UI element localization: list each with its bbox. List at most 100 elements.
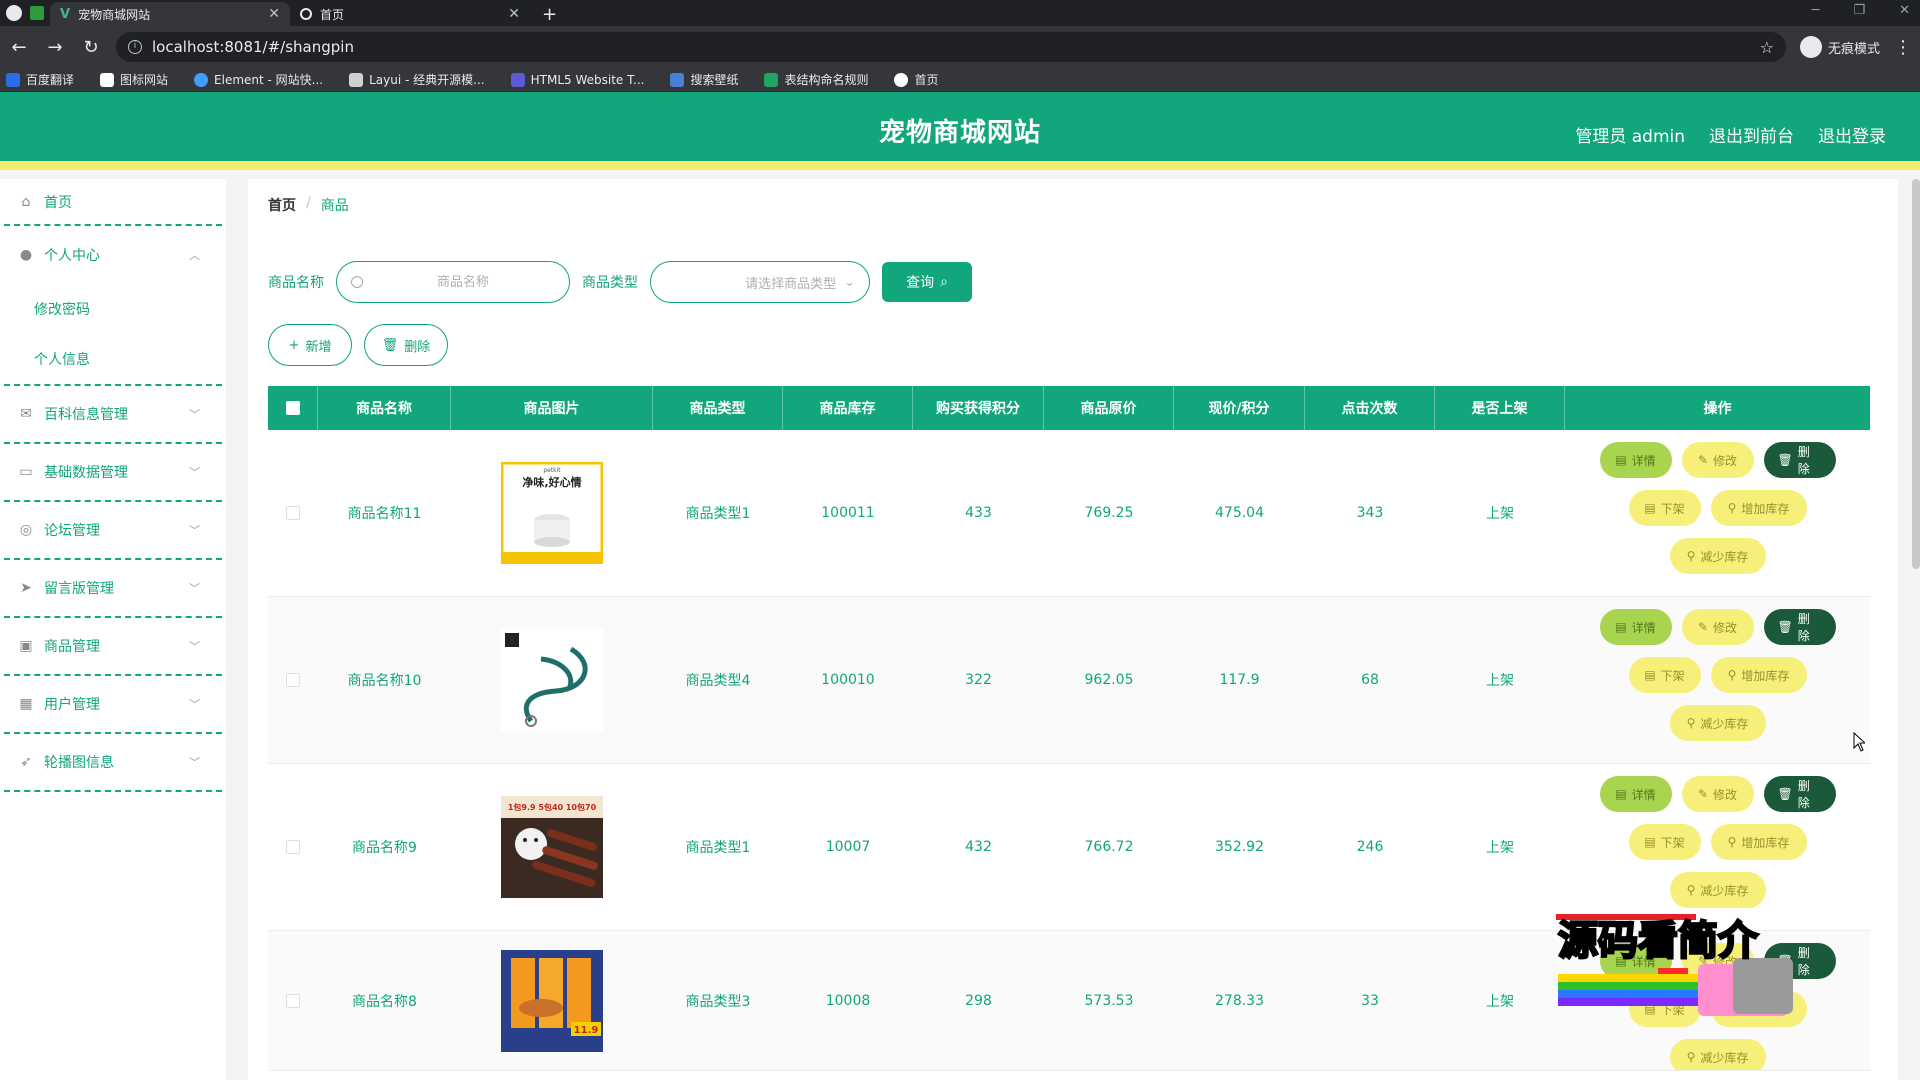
edit-button[interactable]: ✎ 修改: [1681, 776, 1754, 812]
bookmark-item[interactable]: 首页: [894, 71, 939, 88]
add-stock-button[interactable]: ⚲ 增加库存: [1710, 657, 1807, 693]
edit-button[interactable]: ✎ 修改: [1681, 609, 1754, 645]
row-checkbox[interactable]: [286, 506, 300, 520]
sidebar-item-home[interactable]: ⌂ 首页: [4, 179, 222, 226]
url-field[interactable]: i localhost:8081/#/shangpin ☆: [116, 32, 1786, 62]
send-icon: ➤: [20, 580, 32, 596]
incognito-indicator[interactable]: 无痕模式: [1799, 36, 1880, 58]
browser-menu-icon[interactable]: [6, 5, 22, 21]
chevron-down-icon: ⌄: [844, 274, 855, 290]
cell-name: 商品名称8: [352, 993, 417, 1010]
delete-button[interactable]: 🗑 删除: [1763, 442, 1836, 478]
sidebar-item-personal-info[interactable]: 个人信息: [4, 334, 222, 384]
sidebar-item-label: 轮播图信息: [44, 755, 114, 771]
sidebar-item-forum[interactable]: ◎ 论坛管理 ﹀: [4, 502, 222, 560]
tab-active[interactable]: V 宠物商城网站 ✕: [50, 2, 290, 26]
page-scrollbar[interactable]: [1912, 179, 1920, 569]
sidebar-item-base-data[interactable]: ▭ 基础数据管理 ﹀: [4, 444, 222, 502]
row-checkbox[interactable]: [286, 993, 300, 1008]
detail-button[interactable]: ▤ 详情: [1599, 609, 1672, 645]
pin-icon: ⚲: [1686, 883, 1696, 897]
bookmark-item[interactable]: 表结构命名规则: [764, 71, 868, 88]
cell-image: 1包9.9 5包40 10包70: [451, 764, 653, 930]
app-header: 宠物商城网站 管理员 admin 退出到前台 退出登录: [0, 92, 1920, 170]
col-header: 商品原价: [1044, 386, 1174, 430]
close-icon[interactable]: ✕: [508, 6, 520, 22]
query-button[interactable]: 查询 ⌕: [882, 262, 972, 302]
reduce-stock-button[interactable]: ⚲ 减少库存: [1669, 705, 1766, 741]
add-button[interactable]: + 新增: [268, 324, 352, 366]
minimize-icon[interactable]: ─: [1812, 3, 1820, 18]
col-header: 商品类型: [653, 386, 783, 430]
cell-points: 433: [965, 505, 992, 521]
action-row: + 新增 🗑 删除: [268, 324, 448, 366]
table-row: 商品名称10 商品类型4 100010 322 962.05 117.9 68 …: [268, 597, 1870, 764]
sidebar-item-users[interactable]: ▦ 用户管理 ﹀: [4, 676, 222, 734]
ops-row: ⚲ 减少库存: [1669, 1039, 1766, 1070]
sidebar-item-profile[interactable]: ● 个人中心 ︿: [4, 226, 222, 284]
more-menu-icon[interactable]: ⋮: [1894, 37, 1912, 58]
bookmark-star-icon[interactable]: ☆: [1760, 38, 1774, 57]
sidebar-item-encyclopedia[interactable]: ✉ 百科信息管理 ﹀: [4, 386, 222, 444]
bookmark-item[interactable]: 图标网站: [100, 71, 168, 88]
type-select[interactable]: 请选择商品类型 ⌄: [650, 261, 870, 303]
info-icon[interactable]: i: [128, 40, 142, 54]
detail-icon: ▤: [1615, 787, 1627, 801]
select-all-checkbox[interactable]: [285, 401, 300, 415]
bookmark-label: HTML5 Website T...: [530, 72, 645, 87]
off-shelf-button[interactable]: ▤ 下架: [1628, 490, 1701, 526]
off-shelf-button[interactable]: ▤ 下架: [1628, 824, 1701, 860]
delete-button[interactable]: 🗑 删除: [1763, 609, 1836, 645]
restore-icon[interactable]: ❐: [1853, 3, 1865, 18]
breadcrumb-separator: /: [306, 195, 311, 211]
row-actions: ▤ 详情 ✎ 修改 🗑 删除 ▤ 下架 ⚲ 增加库存 ⚲ 减少库存: [1599, 764, 1836, 908]
edit-button[interactable]: ✎ 修改: [1681, 442, 1754, 478]
off-shelf-button[interactable]: ▤ 下架: [1628, 657, 1701, 693]
new-tab-button[interactable]: +: [530, 2, 569, 26]
type-select-placeholder: 请选择商品类型: [745, 276, 837, 292]
delete-button[interactable]: 🗑 删除: [1763, 776, 1836, 812]
bookmark-item[interactable]: 搜索壁纸: [670, 71, 738, 88]
exit-to-front-link[interactable]: 退出到前台: [1709, 122, 1794, 147]
col-header: 商品图片: [451, 386, 653, 430]
sidebar-item-guestbook[interactable]: ➤ 留言版管理 ﹀: [4, 560, 222, 618]
add-stock-button[interactable]: ⚲ 增加库存: [1710, 824, 1807, 860]
sidebar-item-carousel[interactable]: ➶ 轮播图信息 ﹀: [4, 734, 222, 792]
row-checkbox[interactable]: [286, 840, 300, 854]
bookmark-item[interactable]: Layui - 经典开源模...: [349, 71, 485, 88]
close-icon[interactable]: ✕: [268, 6, 280, 22]
sidebar-item-goods[interactable]: ▣ 商品管理 ﹀: [4, 618, 222, 676]
breadcrumb-home[interactable]: 首页: [268, 195, 296, 215]
element-icon: [194, 72, 209, 87]
cell-type: 商品类型1: [685, 840, 751, 856]
batch-delete-button[interactable]: 🗑 删除: [364, 324, 448, 366]
trash-icon: 🗑: [1777, 620, 1793, 634]
add-stock-button[interactable]: ⚲ 增加库存: [1710, 490, 1807, 526]
bookmark-item[interactable]: Element - 网站快...: [194, 71, 323, 88]
sidebar-item-label: 留言版管理: [44, 581, 114, 597]
user-icon: ●: [19, 247, 33, 263]
bookmark-item[interactable]: HTML5 Website T...: [510, 72, 645, 87]
reduce-stock-button[interactable]: ⚲ 减少库存: [1669, 872, 1766, 908]
reduce-stock-button[interactable]: ⚲ 减少库存: [1669, 1039, 1766, 1070]
bookmark-item[interactable]: 百度翻译: [6, 71, 74, 88]
detail-button[interactable]: ▤ 详情: [1599, 442, 1672, 478]
cell-type: 商品类型4: [685, 673, 751, 689]
back-icon[interactable]: ←: [8, 37, 30, 58]
detail-label: 详情: [1631, 620, 1656, 635]
location-icon: ➶: [20, 754, 32, 770]
sidebar-item-change-password[interactable]: 修改密码: [4, 284, 222, 334]
forward-icon[interactable]: →: [44, 37, 66, 58]
plus-icon: +: [288, 337, 300, 353]
tab-inactive[interactable]: 首页 ✕: [290, 2, 530, 26]
name-search-input[interactable]: [371, 274, 555, 290]
col-header: 商品库存: [783, 386, 913, 430]
detail-button[interactable]: ▤ 详情: [1599, 776, 1672, 812]
extension-icon[interactable]: [30, 6, 44, 20]
close-window-icon[interactable]: ✕: [1899, 3, 1910, 18]
logout-link[interactable]: 退出登录: [1818, 122, 1886, 147]
name-search-field[interactable]: [336, 261, 570, 303]
reload-icon[interactable]: ↻: [80, 37, 102, 58]
row-checkbox[interactable]: [286, 673, 300, 687]
reduce-stock-button[interactable]: ⚲ 减少库存: [1669, 538, 1766, 574]
